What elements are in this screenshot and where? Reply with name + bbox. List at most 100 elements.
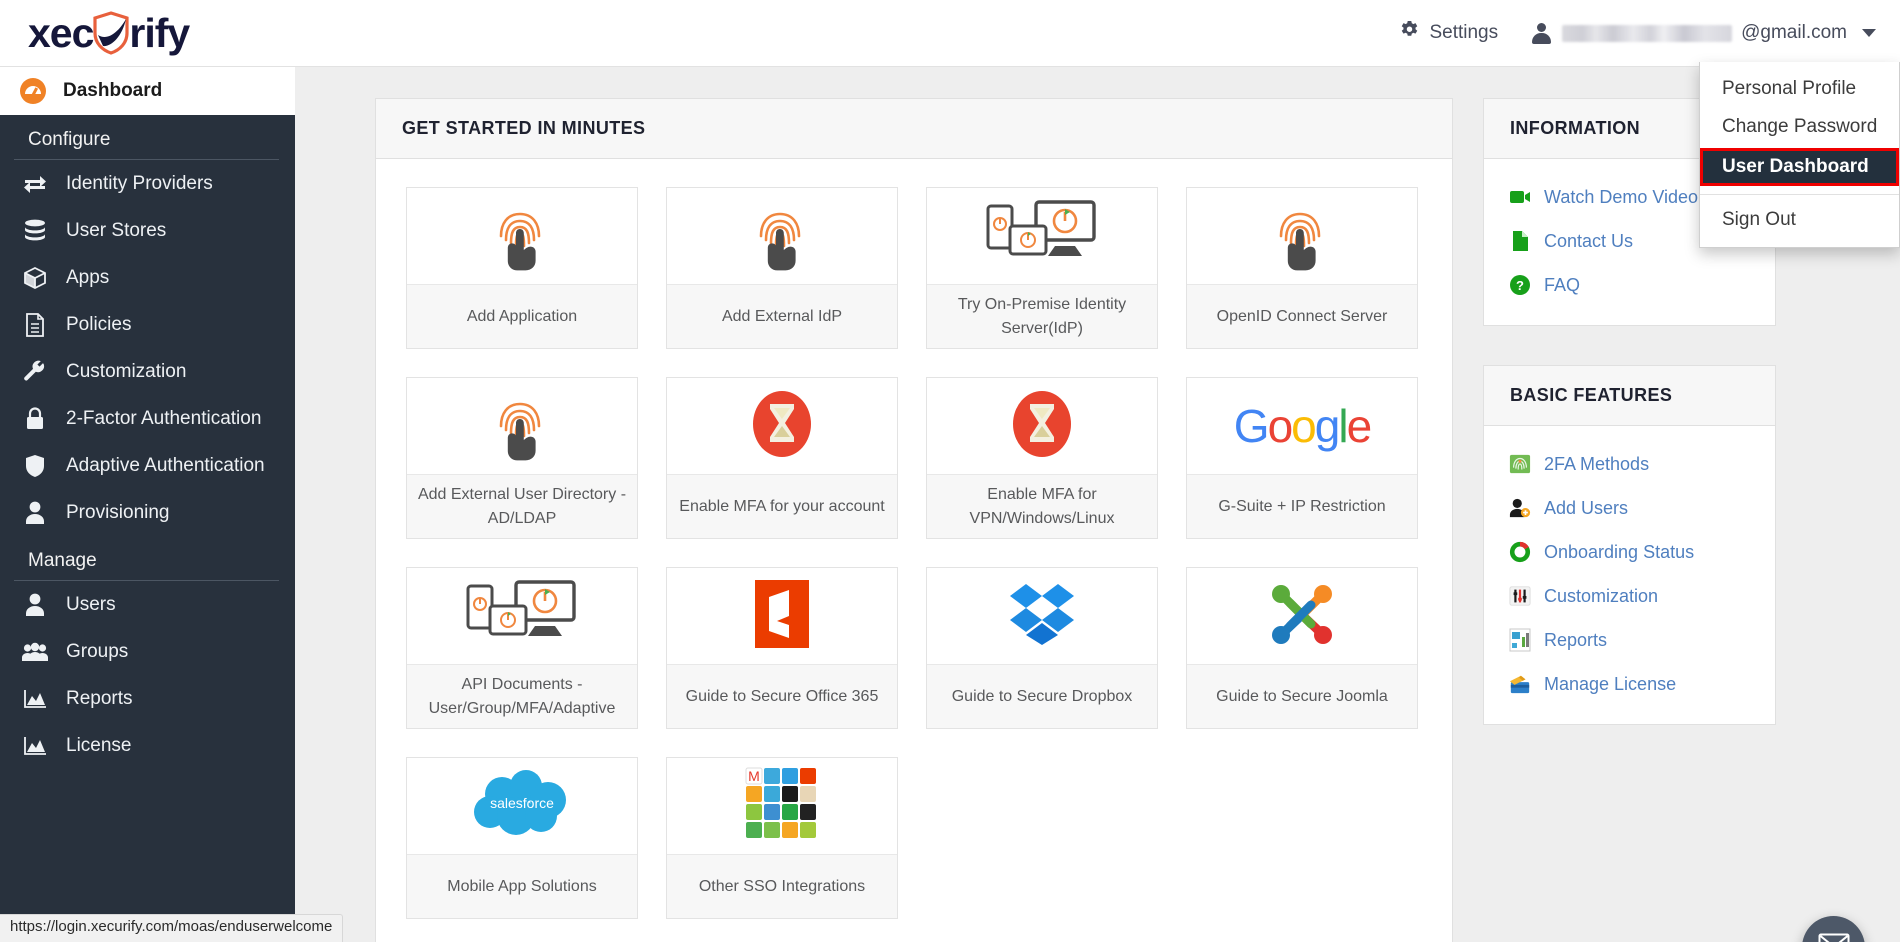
sidebar-item-apps[interactable]: Apps <box>0 254 295 301</box>
card-api-documents[interactable]: API Documents - User/Group/MFA/Adaptive <box>406 567 638 729</box>
sidebar-item-reports[interactable]: Reports <box>0 675 295 722</box>
document-icon <box>1509 230 1531 252</box>
sidebar-item-label: Provisioning <box>66 501 170 523</box>
sidebar-item-label: Adaptive Authentication <box>66 454 265 476</box>
sidebar-item-dashboard[interactable]: Dashboard <box>0 67 295 115</box>
card-image <box>1187 568 1417 664</box>
main-content: GET STARTED IN MINUTES Add Application A… <box>295 67 1900 942</box>
people-group-icon <box>22 639 48 665</box>
card-try-on-premise-identity-server[interactable]: Try On-Premise Identity Server(IdP) <box>926 187 1158 349</box>
get-started-card-grid: Add Application Add External IdP Try On-… <box>376 159 1452 942</box>
card-image <box>667 188 897 284</box>
link-reports[interactable]: Reports <box>1484 618 1775 662</box>
card-guide-office-365[interactable]: Guide to Secure Office 365 <box>666 567 898 729</box>
basic-features-title: BASIC FEATURES <box>1484 366 1775 426</box>
card-mobile-app-solutions[interactable]: salesforce Mobile App Solutions <box>406 757 638 919</box>
area-chart-icon <box>22 686 48 712</box>
report-chart-icon <box>1509 628 1531 652</box>
card-image <box>927 378 1157 474</box>
sidebar-item-2fa[interactable]: 2-Factor Authentication <box>0 395 295 442</box>
sidebar-item-label: Identity Providers <box>66 172 213 194</box>
card-add-external-user-directory[interactable]: Add External User Directory - AD/LDAP <box>406 377 638 539</box>
svg-text:salesforce: salesforce <box>490 795 554 811</box>
exchange-arrows-icon <box>22 171 48 197</box>
shield-check-icon <box>91 11 131 55</box>
settings-button[interactable]: Settings <box>1399 20 1498 47</box>
sidebar-item-customization[interactable]: Customization <box>0 348 295 395</box>
card-openid-connect-server[interactable]: OpenID Connect Server <box>1186 187 1418 349</box>
card-gsuite-ip-restriction[interactable]: Google G-Suite + IP Restriction <box>1186 377 1418 539</box>
sidebar-item-provisioning[interactable]: Provisioning <box>0 489 295 536</box>
sidebar-item-users[interactable]: Users <box>0 581 295 628</box>
user-icon <box>1532 22 1552 44</box>
user-email-suffix: @gmail.com <box>1741 22 1847 43</box>
sidebar-item-label: Customization <box>66 360 187 382</box>
card-guide-dropbox[interactable]: Guide to Secure Dropbox <box>926 567 1158 729</box>
joomla-logo-icon <box>1264 576 1340 657</box>
sidebar-item-identity-providers[interactable]: Identity Providers <box>0 160 295 207</box>
link-label: FAQ <box>1544 274 1581 295</box>
card-label: Guide to Secure Dropbox <box>927 664 1157 728</box>
brand-logo-part1: xec <box>28 9 94 56</box>
hourglass-red-icon <box>1004 386 1080 467</box>
card-enable-mfa-account[interactable]: Enable MFA for your account <box>666 377 898 539</box>
google-logo-icon: Google <box>1233 400 1372 452</box>
link-faq[interactable]: ? FAQ <box>1484 263 1775 307</box>
browser-status-bar: https://login.xecurify.com/moas/enduserw… <box>0 914 344 942</box>
menu-item-personal-profile[interactable]: Personal Profile <box>1700 70 1899 108</box>
card-label: Mobile App Solutions <box>407 854 637 918</box>
card-guide-joomla[interactable]: Guide to Secure Joomla <box>1186 567 1418 729</box>
sidebar-item-adaptive-auth[interactable]: Adaptive Authentication <box>0 442 295 489</box>
card-add-external-idp[interactable]: Add External IdP <box>666 187 898 349</box>
brand-logo-part2: rify <box>129 9 190 56</box>
sidebar-item-label: User Stores <box>66 219 167 241</box>
menu-item-change-password[interactable]: Change Password <box>1700 108 1899 146</box>
card-label: Add External IdP <box>667 284 897 348</box>
basic-features-panel: BASIC FEATURES 2FA Methods Add Users Onb… <box>1483 365 1776 725</box>
sidebar-item-label: Dashboard <box>63 80 163 101</box>
menu-item-sign-out[interactable]: Sign Out <box>1700 201 1899 239</box>
brand-logo-text: xec rify <box>28 9 190 56</box>
database-icon <box>22 218 48 244</box>
card-label: Other SSO Integrations <box>667 854 897 918</box>
fingerprint-touch-icon <box>1269 196 1335 277</box>
link-label: Manage License <box>1544 673 1677 694</box>
card-image <box>407 188 637 284</box>
hourglass-red-icon <box>744 386 820 467</box>
fingerprint-touch-icon <box>489 196 555 277</box>
dropbox-logo-icon <box>1006 578 1078 655</box>
card-add-application[interactable]: Add Application <box>406 187 638 349</box>
area-chart-icon <box>22 733 48 759</box>
lock-icon <box>22 406 48 432</box>
chat-support-button[interactable] <box>1802 916 1865 942</box>
app-grid-icon: M <box>745 767 819 846</box>
sidebar-item-user-stores[interactable]: User Stores <box>0 207 295 254</box>
office365-logo-icon <box>753 576 811 657</box>
menu-divider <box>1700 193 1899 195</box>
add-user-icon <box>1509 497 1531 519</box>
link-manage-license[interactable]: Manage License <box>1484 662 1775 706</box>
sidebar-item-license[interactable]: License <box>0 722 295 769</box>
link-add-users[interactable]: Add Users <box>1484 486 1775 530</box>
card-other-sso-integrations[interactable]: M Other SSO Integrations <box>666 757 898 919</box>
card-image <box>407 378 637 474</box>
link-2fa-methods[interactable]: 2FA Methods <box>1484 442 1775 486</box>
menu-item-user-dashboard[interactable]: User Dashboard <box>1700 148 1899 186</box>
sliders-icon <box>1509 585 1531 607</box>
user-account-menu-button[interactable]: @gmail.com <box>1532 22 1876 44</box>
link-label: Watch Demo Video <box>1544 186 1699 207</box>
sidebar-section-manage: Manage <box>28 550 97 571</box>
link-label: 2FA Methods <box>1544 453 1650 474</box>
card-label: Add Application <box>407 284 637 348</box>
link-customization[interactable]: Customization <box>1484 574 1775 618</box>
card-image <box>1187 188 1417 284</box>
brand-logo[interactable]: xec rify <box>0 0 295 67</box>
link-onboarding-status[interactable]: Onboarding Status <box>1484 530 1775 574</box>
license-card-icon <box>1509 673 1531 695</box>
sidebar-item-policies[interactable]: Policies <box>0 301 295 348</box>
sidebar-item-label: Apps <box>66 266 110 288</box>
card-enable-mfa-vpn[interactable]: Enable MFA for VPN/Windows/Linux <box>926 377 1158 539</box>
sidebar-item-groups[interactable]: Groups <box>0 628 295 675</box>
svg-text:?: ? <box>1516 278 1524 293</box>
card-image <box>667 568 897 664</box>
